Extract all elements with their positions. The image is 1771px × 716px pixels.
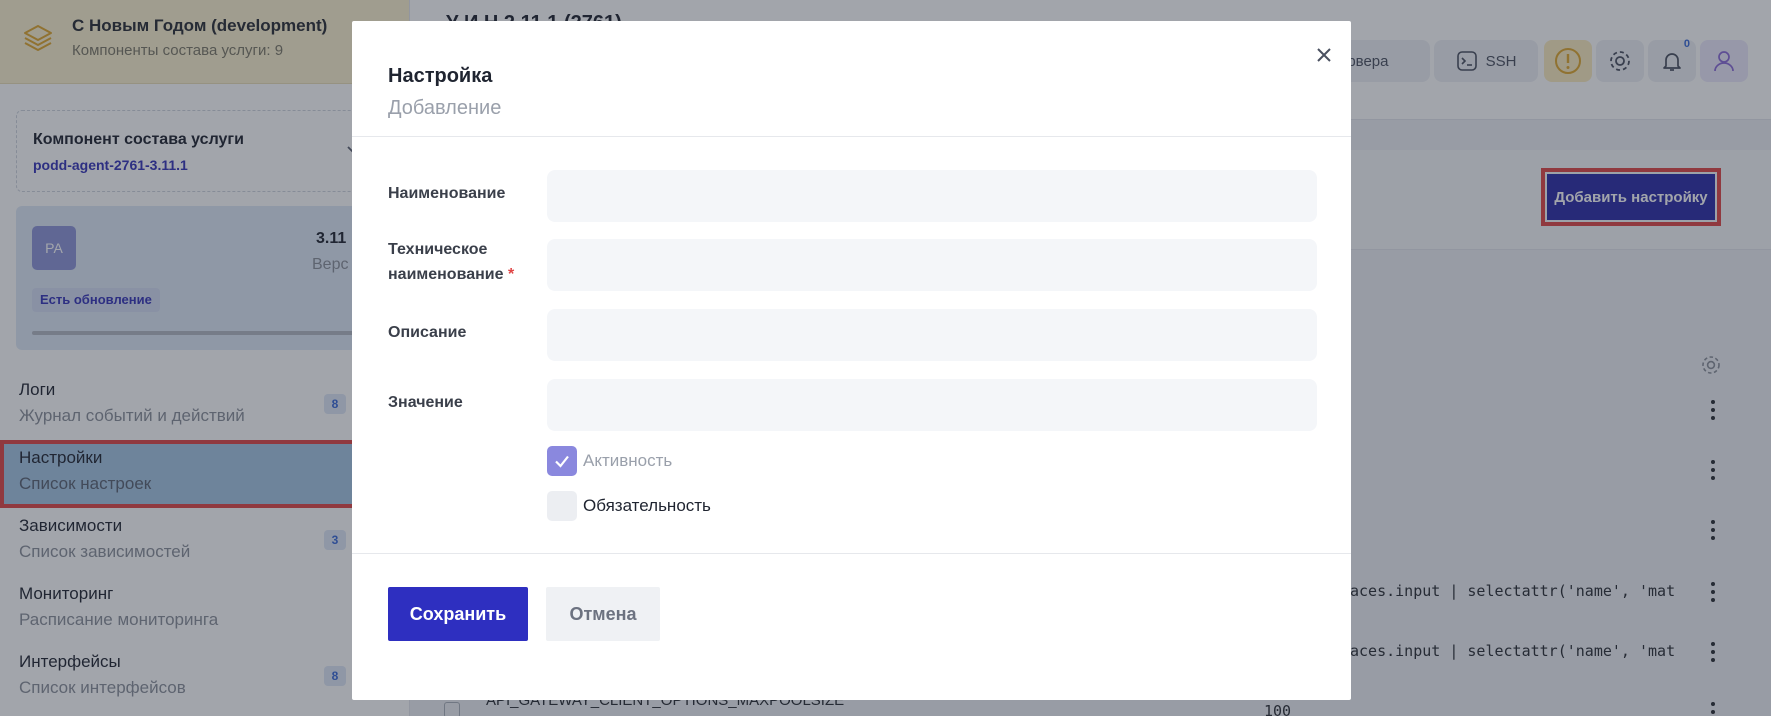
value-label: Значение bbox=[388, 394, 463, 411]
description-label: Описание bbox=[388, 324, 467, 341]
active-checkbox-label[interactable]: Активность bbox=[583, 451, 672, 471]
description-input[interactable] bbox=[547, 309, 1317, 361]
value-input[interactable] bbox=[547, 379, 1317, 431]
checkmark-icon bbox=[555, 455, 569, 468]
tech-name-label: Техническое наименование * bbox=[388, 237, 514, 287]
modal-subtitle: Добавление bbox=[388, 97, 502, 119]
required-mark: * bbox=[507, 266, 515, 283]
active-checkbox[interactable] bbox=[547, 446, 577, 476]
tech-name-label-line1: Техническое bbox=[388, 241, 488, 258]
mandatory-checkbox-label[interactable]: Обязательность bbox=[583, 496, 711, 516]
save-button[interactable]: Сохранить bbox=[388, 587, 528, 641]
modal-footer-divider bbox=[352, 553, 1351, 554]
cancel-button[interactable]: Отмена bbox=[546, 587, 660, 641]
close-icon bbox=[1317, 48, 1331, 62]
name-label: Наименование bbox=[388, 185, 506, 202]
modal-title: Настройка bbox=[388, 65, 493, 87]
modal-header-divider bbox=[352, 136, 1351, 137]
add-setting-modal: Настройка Добавление Наименование Технич… bbox=[352, 21, 1351, 700]
name-input[interactable] bbox=[547, 170, 1317, 222]
tech-name-label-line2: наименование bbox=[388, 266, 504, 283]
close-button[interactable] bbox=[1310, 41, 1338, 69]
mandatory-checkbox[interactable] bbox=[547, 491, 577, 521]
tech-name-input[interactable] bbox=[547, 239, 1317, 291]
